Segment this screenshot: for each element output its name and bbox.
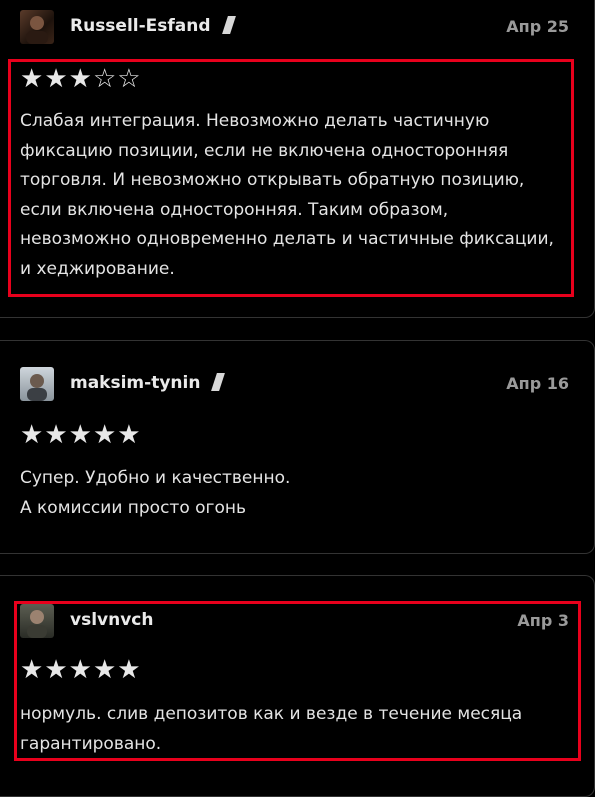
author-name[interactable]: maksim-tynin <box>70 373 200 393</box>
pen-icon <box>211 373 226 391</box>
avatar[interactable] <box>20 604 54 638</box>
review-text-line: Слабая интеграция. Невозможно делать час… <box>20 111 490 131</box>
review-date: Апр 25 <box>506 17 569 36</box>
rating-stars: ★★★★★ <box>20 422 142 448</box>
star-filled-icon: ★ <box>92 655 118 685</box>
review-text-line: и хеджирование. <box>20 258 175 279</box>
rating-stars: ★★★★★ <box>20 657 142 683</box>
review-text: Супер. Удобно и качественно. А комиссии … <box>20 464 572 523</box>
review-text-line: А комиссии просто огонь <box>20 497 246 518</box>
review-card: maksim-tynin Апр 16 ★★★★★ Супер. Удобно … <box>0 340 595 554</box>
review-card: vslvnvch Апр 3 ★★★★★ нормуль. слив депоз… <box>0 575 595 797</box>
review-card: Russell-Esfand Апр 25 ★★★☆☆ Слабая интег… <box>0 0 595 318</box>
review-header: vslvnvch Апр 3 <box>20 604 569 640</box>
star-filled-icon: ★ <box>92 420 118 450</box>
review-text-line: фиксацию позиции, если не включена однос… <box>20 140 509 161</box>
star-filled-icon: ★ <box>68 420 93 450</box>
rating-stars: ★★★☆☆ <box>20 66 142 92</box>
review-text-line: невозможно одновременно делать и частичн… <box>20 229 554 250</box>
author-name[interactable]: vslvnvch <box>70 610 153 630</box>
star-filled-icon: ★ <box>44 64 69 94</box>
star-filled-icon: ★ <box>68 64 93 94</box>
star-filled-icon: ★ <box>20 420 45 450</box>
review-date: Апр 16 <box>506 374 569 393</box>
review-author[interactable]: Russell-Esfand <box>70 16 236 36</box>
star-filled-icon: ★ <box>117 655 142 685</box>
review-author[interactable]: vslvnvch <box>70 610 153 630</box>
review-text-line: нормуль. слив депозитов как и везде в те… <box>20 704 523 724</box>
review-text-line: гарантировано. <box>20 733 162 754</box>
star-filled-icon: ★ <box>20 655 45 685</box>
review-header: maksim-tynin Апр 16 <box>20 367 569 403</box>
review-header: Russell-Esfand Апр 25 <box>20 10 569 46</box>
review-text-line: если включена односторонняя. Таким образ… <box>20 199 449 220</box>
avatar[interactable] <box>20 367 54 401</box>
star-filled-icon: ★ <box>44 420 69 450</box>
review-text: Слабая интеграция. Невозможно делать час… <box>20 107 572 285</box>
author-name[interactable]: Russell-Esfand <box>70 16 211 36</box>
review-author[interactable]: maksim-tynin <box>70 373 226 393</box>
pen-icon <box>221 16 236 34</box>
star-filled-icon: ★ <box>117 420 142 450</box>
avatar[interactable] <box>20 10 54 44</box>
review-text-line: Супер. Удобно и качественно. <box>20 468 291 488</box>
star-empty-icon: ☆ <box>92 64 118 94</box>
star-empty-icon: ☆ <box>117 64 142 94</box>
star-filled-icon: ★ <box>20 64 45 94</box>
star-filled-icon: ★ <box>44 655 69 685</box>
review-text: нормуль. слив депозитов как и везде в те… <box>20 700 572 759</box>
review-text-line: торговля. И невозможно открывать обратну… <box>20 170 525 191</box>
star-filled-icon: ★ <box>68 655 93 685</box>
review-date: Апр 3 <box>517 611 569 630</box>
